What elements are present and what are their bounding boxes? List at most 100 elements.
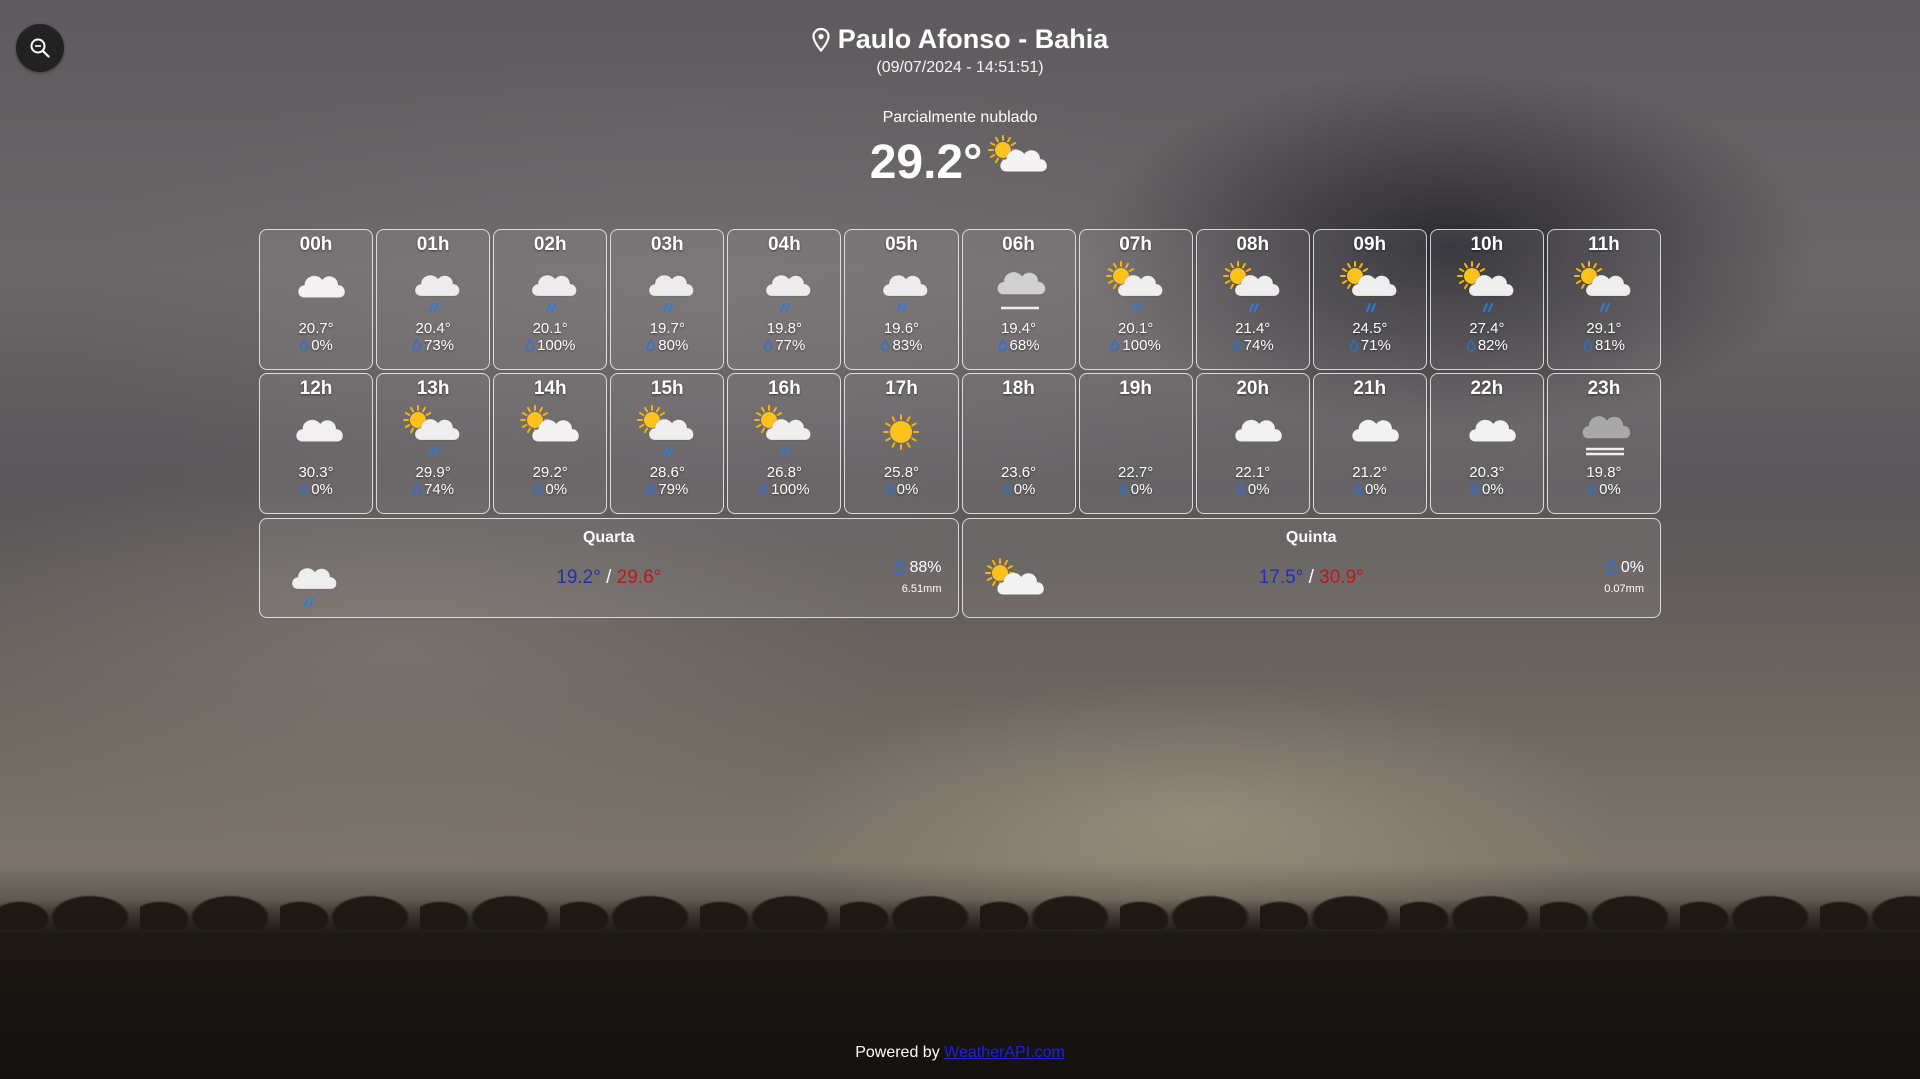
hour-card: 05h 19.6° 83% bbox=[844, 229, 959, 370]
night-cloudy-icon bbox=[284, 258, 348, 318]
night-rain-icon bbox=[401, 258, 465, 318]
rain-chance-value: 80% bbox=[658, 337, 689, 354]
raindrop-icon bbox=[534, 483, 543, 496]
hour-temperature: 19.4° bbox=[1000, 320, 1037, 337]
rain-chance-value: 68% bbox=[1009, 337, 1040, 354]
hour-temperature: 28.6° bbox=[649, 464, 685, 481]
rain-chance-value: 0% bbox=[1599, 481, 1621, 498]
day-temp-separator: / bbox=[1308, 567, 1314, 588]
rain-chance-value: 0% bbox=[545, 481, 568, 498]
hour-label: 22h bbox=[1470, 378, 1504, 399]
hour-label: 21h bbox=[1353, 378, 1387, 399]
hour-temperature: 29.2° bbox=[532, 464, 568, 481]
day-precipitation: 0.07mm bbox=[1604, 583, 1644, 595]
rain-chance-value: 71% bbox=[1360, 337, 1391, 354]
day-rain-icon bbox=[1338, 258, 1402, 318]
hour-card: 18h 23.6° 0% bbox=[961, 373, 1076, 514]
hour-temperature: 19.8° bbox=[1586, 464, 1622, 481]
hour-label: 23h bbox=[1587, 378, 1621, 399]
raindrop-icon bbox=[1349, 339, 1358, 352]
hour-temperature: 24.5° bbox=[1352, 320, 1388, 337]
day-rain-icon bbox=[1455, 258, 1519, 318]
hour-rain-chance: 0% bbox=[1353, 481, 1387, 498]
hour-label: 09h bbox=[1353, 234, 1387, 255]
moon-icon bbox=[987, 402, 1051, 462]
current-weather: 29.2° bbox=[0, 132, 1920, 192]
rain-chance-value: 100% bbox=[537, 337, 576, 354]
hour-rain-chance: 83% bbox=[880, 337, 922, 354]
hour-label: 18h bbox=[1002, 378, 1035, 399]
moon-icon bbox=[1104, 402, 1168, 462]
current-condition: Parcialmente nublado bbox=[882, 109, 1038, 126]
hour-card: 17h 25.8° 0% bbox=[844, 373, 959, 514]
hour-rain-chance: 0% bbox=[533, 481, 567, 498]
hour-card: 15h 28.6° 79% bbox=[610, 373, 725, 514]
raindrop-icon bbox=[647, 483, 656, 496]
day-rain: 88% 6.51mm bbox=[893, 559, 942, 595]
rain-chance-value: 77% bbox=[775, 337, 806, 354]
hour-rain-chance: 81% bbox=[1583, 337, 1625, 354]
raindrop-icon bbox=[1470, 483, 1480, 496]
hour-rain-chance: 74% bbox=[1232, 337, 1274, 354]
raindrop-icon bbox=[1111, 339, 1120, 352]
day-min-temp: 19.2° bbox=[556, 567, 601, 588]
raindrop-icon bbox=[525, 339, 535, 352]
hour-rain-chance: 0% bbox=[1587, 481, 1621, 498]
rain-chance-value: 0% bbox=[311, 481, 333, 498]
raindrop-icon bbox=[885, 483, 894, 496]
night-cloudy-icon bbox=[1455, 402, 1519, 462]
hour-label: 05h bbox=[885, 234, 918, 255]
hour-rain-chance: 0% bbox=[1119, 481, 1152, 498]
hour-label: 14h bbox=[533, 378, 567, 399]
hour-temperature: 22.1° bbox=[1235, 464, 1271, 481]
hour-card: 16h 26.8° 100% bbox=[727, 373, 842, 514]
datetime: (09/07/2024 - 14:51:51) bbox=[876, 58, 1044, 76]
hour-card: 03h 19.7° 80% bbox=[610, 229, 725, 370]
hour-label: 00h bbox=[299, 234, 333, 255]
hour-temperature: 30.3° bbox=[298, 464, 334, 481]
hour-rain-chance: 100% bbox=[525, 337, 575, 354]
raindrop-icon bbox=[1119, 483, 1128, 496]
hour-card: 10h 27.4° 82% bbox=[1429, 229, 1544, 370]
hour-temperature: 29.9° bbox=[415, 464, 451, 481]
day-rain-icon bbox=[1104, 258, 1168, 318]
hour-card: 12h 30.3° 0% bbox=[259, 373, 374, 514]
footer-prefix: Powered by bbox=[855, 1044, 940, 1061]
partly-cloudy-day-icon bbox=[986, 132, 1050, 192]
location-title: Paulo Afonso - Bahia bbox=[812, 24, 1108, 55]
hour-rain-chance: 79% bbox=[646, 481, 688, 498]
rain-chance-value: 0% bbox=[1364, 481, 1387, 498]
day-name: Quarta bbox=[582, 529, 635, 546]
rain-chance-value: 0% bbox=[1013, 481, 1036, 498]
hour-rain-chance: 74% bbox=[412, 481, 454, 498]
raindrop-icon bbox=[998, 339, 1007, 352]
night-rain-icon bbox=[518, 258, 582, 318]
raindrop-icon bbox=[1236, 483, 1246, 496]
raindrop-icon bbox=[1466, 339, 1476, 352]
day-cloudy-icon bbox=[518, 402, 582, 462]
hour-label: 07h bbox=[1119, 234, 1152, 255]
raindrop-icon bbox=[1353, 483, 1363, 496]
hour-rain-chance: 0% bbox=[299, 481, 333, 498]
weatherapi-link[interactable]: WeatherAPI.com bbox=[944, 1044, 1065, 1061]
raindrop-icon bbox=[299, 339, 309, 352]
hour-rain-chance: 73% bbox=[412, 337, 454, 354]
raindrop-icon bbox=[1232, 339, 1241, 352]
hour-temperature: 22.7° bbox=[1118, 464, 1154, 481]
hour-label: 06h bbox=[1002, 234, 1035, 255]
hour-label: 19h bbox=[1119, 378, 1152, 399]
day-rain: 0% 0.07mm bbox=[1604, 559, 1644, 595]
hour-card: 09h 24.5° 71% bbox=[1312, 229, 1427, 370]
day-max-temp: 30.9° bbox=[1319, 567, 1364, 588]
rain-chance-value: 0% bbox=[1482, 481, 1504, 498]
hour-card: 07h 20.1° 100% bbox=[1078, 229, 1193, 370]
day-card: Quarta 19.2° / 29.6° 88% 6.51mm bbox=[259, 518, 959, 618]
day-name: Quinta bbox=[1285, 529, 1337, 546]
rain-chance-value: 74% bbox=[424, 481, 455, 498]
hour-rain-chance: 100% bbox=[1110, 337, 1161, 354]
rain-chance-value: 0% bbox=[896, 481, 919, 498]
hour-rain-chance: 80% bbox=[646, 337, 688, 354]
raindrop-icon bbox=[764, 339, 773, 352]
day-rain-icon bbox=[752, 402, 816, 462]
day-rain-icon bbox=[1572, 258, 1636, 318]
